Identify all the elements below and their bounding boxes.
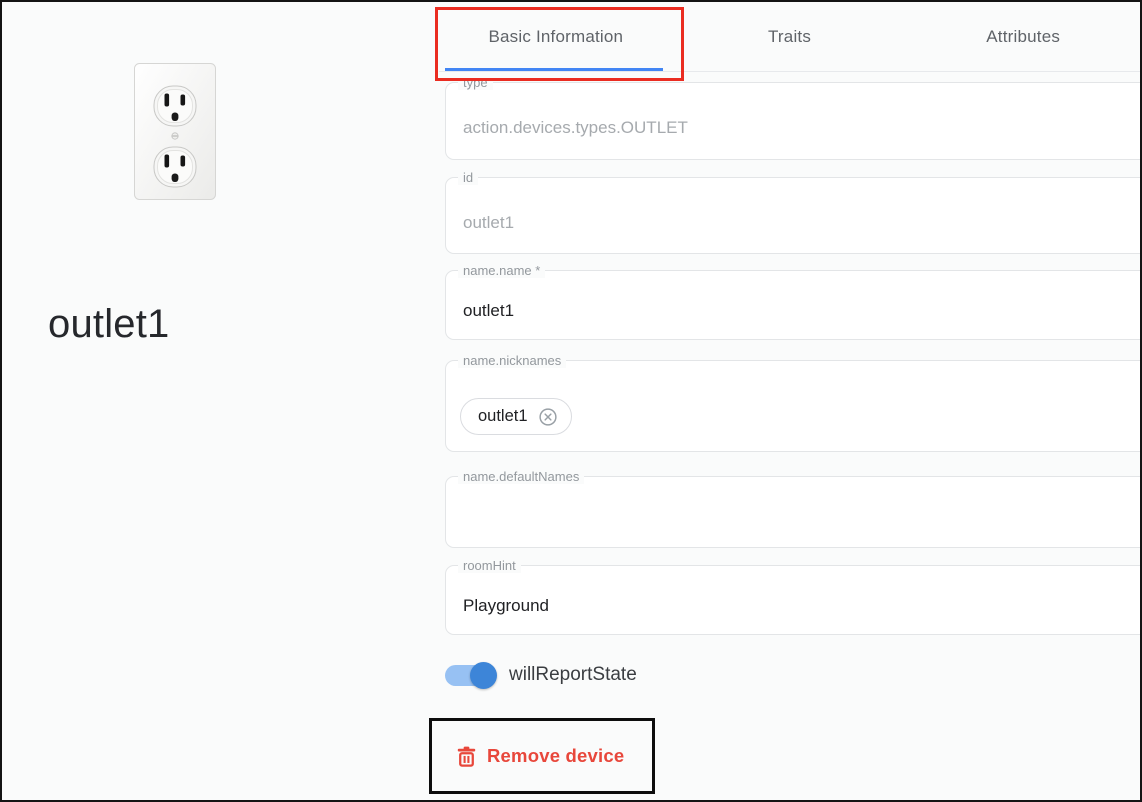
outlet-socket-bottom bbox=[154, 147, 196, 187]
roomhint-field[interactable]: roomHint Playground bbox=[445, 565, 1142, 635]
toggle-thumb bbox=[470, 662, 497, 689]
name-defaultnames-field[interactable]: name.defaultNames bbox=[445, 476, 1142, 548]
id-field-label: id bbox=[458, 170, 478, 185]
tabbar: Basic Information Traits Attributes bbox=[439, 2, 1140, 72]
trash-icon bbox=[457, 746, 476, 767]
willreportstate-row: willReportState bbox=[445, 659, 637, 691]
type-field-label: type bbox=[458, 75, 493, 90]
remove-device-button[interactable]: Remove device bbox=[432, 721, 652, 791]
type-field: type action.devices.types.OUTLET bbox=[445, 82, 1142, 160]
willreportstate-toggle[interactable] bbox=[445, 665, 494, 686]
type-field-value: action.devices.types.OUTLET bbox=[463, 118, 688, 138]
remove-device-label: Remove device bbox=[487, 745, 624, 767]
roomhint-field-value: Playground bbox=[463, 596, 549, 616]
outlet-device-image bbox=[133, 62, 217, 201]
name-nicknames-field-label: name.nicknames bbox=[458, 353, 566, 368]
tab-attributes[interactable]: Attributes bbox=[906, 2, 1140, 71]
annotation-black-box: Remove device bbox=[429, 718, 655, 794]
tab-traits[interactable]: Traits bbox=[673, 2, 907, 71]
roomhint-field-label: roomHint bbox=[458, 558, 521, 573]
tab-basic-information[interactable]: Basic Information bbox=[439, 2, 673, 71]
name-defaultnames-field-label: name.defaultNames bbox=[458, 469, 584, 484]
device-summary-panel: outlet1 bbox=[2, 2, 439, 800]
tab-basic-information-label: Basic Information bbox=[488, 27, 623, 47]
basic-information-form: type action.devices.types.OUTLET id outl… bbox=[445, 82, 1142, 635]
name-name-field-value: outlet1 bbox=[463, 301, 514, 321]
tab-traits-label: Traits bbox=[768, 27, 811, 47]
device-title: outlet1 bbox=[48, 302, 170, 347]
chip-remove-icon[interactable] bbox=[537, 406, 559, 428]
device-editor-page: outlet1 Basic Information Traits Attribu… bbox=[0, 0, 1142, 802]
id-field: id outlet1 bbox=[445, 177, 1142, 254]
name-nicknames-field[interactable]: name.nicknames outlet1 bbox=[445, 360, 1142, 452]
id-field-value: outlet1 bbox=[463, 213, 514, 233]
nickname-chip: outlet1 bbox=[460, 398, 572, 435]
nickname-chip-label: outlet1 bbox=[478, 407, 528, 426]
tab-attributes-label: Attributes bbox=[986, 27, 1060, 47]
name-name-field-label: name.name * bbox=[458, 263, 545, 278]
outlet-socket-top bbox=[154, 86, 196, 126]
willreportstate-label: willReportState bbox=[509, 664, 637, 686]
name-name-field[interactable]: name.name * outlet1 bbox=[445, 270, 1142, 340]
